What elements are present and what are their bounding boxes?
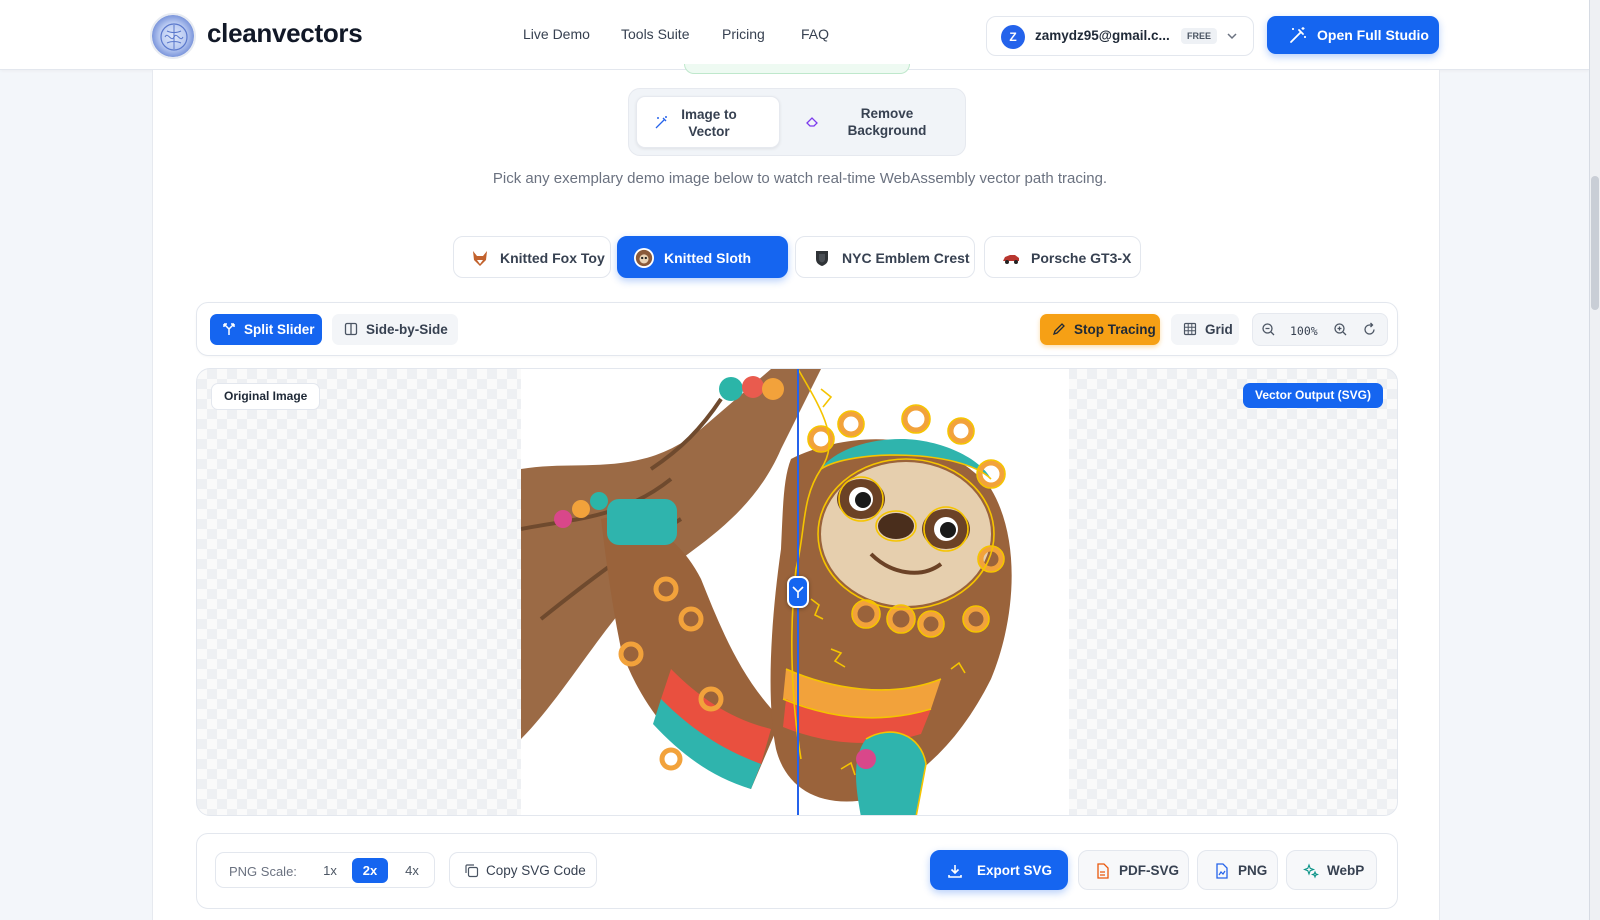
pdf-svg-button[interactable]: PDF-SVG	[1078, 850, 1189, 890]
split-icon	[223, 323, 235, 335]
demo-knitted-fox-toy[interactable]: Knitted Fox Toy	[453, 236, 611, 278]
split-handle-icon	[792, 586, 804, 598]
stop-tracing-button[interactable]: Stop Tracing	[1040, 314, 1160, 345]
viewer-toolbar: Split Slider Side-by-Side Stop Tracing G…	[196, 302, 1398, 356]
columns-icon	[344, 322, 358, 336]
image-file-icon	[1216, 863, 1228, 879]
zoom-in-icon[interactable]	[1333, 322, 1348, 337]
avatar: Z	[1001, 25, 1025, 49]
status-pill	[684, 64, 910, 74]
account-menu[interactable]: Z zamydz95@gmail.c... FREE	[986, 16, 1254, 56]
nav-live-demo[interactable]: Live Demo	[523, 26, 590, 42]
export-bar: PNG Scale: 1x 2x 4x Copy SVG Code Export…	[196, 833, 1398, 909]
comparison-canvas[interactable]: Original Image Vector Output (SVG)	[196, 368, 1398, 816]
pdf-file-icon	[1097, 863, 1109, 879]
plan-badge: FREE	[1181, 28, 1218, 44]
zoom-out-icon[interactable]	[1261, 322, 1276, 337]
sloth-thumbnail-icon	[634, 248, 654, 268]
png-scale-label: PNG Scale:	[229, 864, 297, 879]
sparkles-icon	[1303, 863, 1319, 879]
webp-button[interactable]: WebP	[1286, 850, 1377, 890]
brand-logo[interactable]	[150, 13, 196, 59]
scale-option-4x[interactable]: 4x	[394, 858, 430, 883]
png-button[interactable]: PNG	[1197, 850, 1278, 890]
scale-option-2x[interactable]: 2x	[352, 858, 388, 883]
grid-label: Grid	[1205, 322, 1233, 337]
side-by-side-button[interactable]: Side-by-Side	[332, 314, 458, 345]
split-slider-label: Split Slider	[244, 322, 315, 337]
png-label: PNG	[1238, 863, 1268, 878]
pencil-icon	[1052, 323, 1065, 336]
app-window: cleanvectors Live Demo Tools Suite Prici…	[0, 0, 1590, 920]
open-full-studio-label: Open Full Studio	[1317, 27, 1429, 43]
pdf-svg-label: PDF-SVG	[1119, 863, 1180, 878]
copy-svg-code-label: Copy SVG Code	[486, 863, 586, 878]
webp-label: WebP	[1327, 863, 1365, 878]
brand-name[interactable]: cleanvectors	[207, 18, 363, 49]
car-thumbnail-icon	[1003, 255, 1019, 264]
demo-knitted-sloth[interactable]: Knitted Sloth	[617, 236, 788, 278]
original-image-label: Original Image	[211, 383, 321, 410]
mode-remove-background-label: Remove Background	[847, 106, 927, 138]
zoom-controls: 100%	[1252, 313, 1388, 346]
demo-label: NYC Emblem Crest	[842, 250, 970, 266]
nav-faq[interactable]: FAQ	[801, 26, 829, 42]
png-scale-selector: PNG Scale: 1x 2x 4x	[215, 852, 435, 888]
crest-thumbnail-icon	[816, 251, 828, 266]
magic-wand-icon	[1290, 27, 1306, 43]
demo-label: Knitted Fox Toy	[500, 250, 605, 266]
nav-pricing[interactable]: Pricing	[722, 26, 765, 42]
export-svg-label: Export SVG	[977, 863, 1053, 878]
brand-logo-mark	[160, 23, 188, 51]
nav-tools-suite[interactable]: Tools Suite	[621, 26, 689, 42]
grid-icon	[1183, 322, 1197, 336]
demo-porsche-gt3-x[interactable]: Porsche GT3-X	[984, 236, 1141, 278]
split-handle[interactable]	[787, 576, 809, 608]
reset-icon[interactable]	[1362, 322, 1377, 337]
demo-nyc-emblem-crest[interactable]: NYC Emblem Crest	[795, 236, 975, 278]
copy-icon	[465, 864, 479, 878]
open-full-studio-button[interactable]: Open Full Studio	[1267, 16, 1439, 54]
demo-label: Knitted Sloth	[664, 250, 752, 266]
page-scrollbar[interactable]	[1590, 0, 1600, 920]
demo-hint: Pick any exemplary demo image below to w…	[492, 170, 1108, 187]
mode-image-to-vector-label: Image to Vector	[681, 107, 737, 139]
chevron-down-icon	[1227, 33, 1237, 40]
download-icon	[948, 865, 962, 878]
demo-label: Porsche GT3-X	[1031, 250, 1132, 266]
side-by-side-label: Side-by-Side	[366, 322, 448, 337]
vector-output-label: Vector Output (SVG)	[1242, 383, 1383, 408]
account-email: zamydz95@gmail.c...	[1035, 28, 1170, 43]
export-svg-button[interactable]: Export SVG	[930, 850, 1068, 890]
mode-switcher: Image to Vector Remove Background	[628, 88, 966, 156]
mode-image-to-vector[interactable]: Image to Vector	[636, 96, 780, 148]
grid-toggle[interactable]: Grid	[1171, 314, 1239, 345]
copy-svg-code-button[interactable]: Copy SVG Code	[449, 852, 597, 888]
mode-remove-background[interactable]: Remove Background	[787, 96, 959, 148]
split-slider-button[interactable]: Split Slider	[210, 314, 322, 345]
top-header: cleanvectors Live Demo Tools Suite Prici…	[0, 0, 1589, 70]
zoom-level: 100%	[1290, 324, 1318, 338]
stop-tracing-label: Stop Tracing	[1074, 322, 1156, 337]
scrollbar-thumb[interactable]	[1591, 176, 1599, 310]
eraser-icon	[806, 117, 818, 127]
fox-thumbnail-icon	[473, 251, 487, 266]
scale-option-1x[interactable]: 1x	[312, 858, 348, 883]
